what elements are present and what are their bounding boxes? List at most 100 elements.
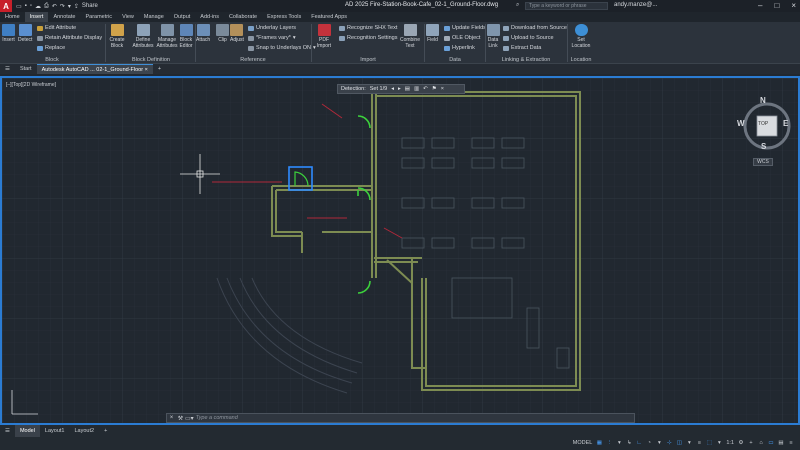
clip-button[interactable]: Clip — [216, 24, 229, 43]
manage-attributes-button[interactable]: Manage Attributes — [156, 24, 178, 49]
selection-cycling-icon[interactable]: ⬚ — [706, 440, 712, 447]
tab-collaborate[interactable]: Collaborate — [224, 12, 262, 22]
flag-icon[interactable]: ⚑ — [432, 86, 437, 92]
wcs-dropdown[interactable]: WCS — [753, 158, 773, 166]
wrench-icon[interactable]: ⚒ — [176, 415, 185, 422]
tab-featured-apps[interactable]: Featured Apps — [306, 12, 352, 22]
tab-parametric[interactable]: Parametric — [80, 12, 117, 22]
lineweight-icon[interactable]: ▾ — [686, 440, 692, 447]
user-account-button[interactable]: andy.manze@... — [614, 2, 657, 8]
isolate-objects-icon[interactable]: ▤ — [778, 440, 784, 447]
print-icon[interactable]: ⎙ — [44, 3, 49, 10]
object-snap-tracking-icon[interactable]: ⊹ — [666, 440, 672, 447]
field-button[interactable]: Field — [426, 24, 439, 43]
workspace-icon[interactable]: ▾ — [68, 3, 71, 10]
import-panel-label[interactable]: Import — [313, 57, 423, 63]
linking-panel-label[interactable]: Linking & Extraction — [486, 57, 566, 63]
grid-icon[interactable]: ▦ — [596, 440, 602, 447]
tab-view[interactable]: View — [117, 12, 139, 22]
redo-icon[interactable]: ↷ — [60, 3, 65, 10]
location-panel-label[interactable]: Location — [568, 57, 594, 63]
share-button[interactable]: Share — [82, 3, 98, 9]
create-block-button[interactable]: Create Block — [107, 24, 127, 49]
detect-button[interactable]: Detect — [18, 24, 32, 43]
edit-attribute-button[interactable]: Edit Attribute — [37, 25, 76, 31]
combine-text-button[interactable]: Combine Text — [399, 24, 421, 49]
reference-panel-label[interactable]: Reference — [196, 57, 310, 63]
menu-icon[interactable]: ☰ — [0, 64, 15, 74]
dynamic-input-icon[interactable]: ↳ — [626, 440, 632, 447]
next-icon[interactable]: ▸ — [398, 86, 401, 92]
block-panel-label[interactable]: Block — [0, 57, 104, 63]
annotation-visibility-icon[interactable]: ▾ — [716, 440, 722, 447]
transparency-icon[interactable]: ≡ — [696, 440, 702, 447]
isodraft-icon[interactable]: ▾ — [656, 440, 662, 447]
open-icon[interactable]: ▭ — [16, 3, 22, 10]
drawing-tab[interactable]: Autodesk AutoCAD ... 02-1_Ground-Floor × — [36, 64, 153, 74]
command-input[interactable]: Type a command — [196, 415, 238, 421]
extract-data-button[interactable]: Extract Data — [503, 45, 541, 51]
cloud-icon[interactable]: ☁ — [35, 3, 41, 10]
data-panel-label[interactable]: Data — [425, 57, 485, 63]
convert-all-icon[interactable]: ▥ — [414, 86, 419, 92]
tab-model[interactable]: Model — [14, 425, 40, 437]
plus-icon[interactable]: + — [748, 440, 754, 447]
set-location-button[interactable]: Set Location — [569, 24, 593, 49]
update-fields-button[interactable]: Update Fields — [444, 25, 486, 31]
drawing-canvas[interactable]: [–][Top][2D Wireframe] Detection: Set 1/… — [0, 76, 800, 425]
start-tab[interactable]: Start — [15, 64, 37, 74]
tab-home[interactable]: Home — [0, 12, 25, 22]
close-icon[interactable]: × — [167, 415, 176, 421]
tab-annotate[interactable]: Annotate — [48, 12, 80, 22]
tab-layout1[interactable]: Layout1 — [40, 425, 70, 437]
block-definition-panel-label[interactable]: Block Definition — [107, 57, 195, 63]
gear-icon[interactable]: ⚙ — [738, 440, 744, 447]
ortho-icon[interactable]: ∟ — [636, 440, 642, 447]
define-attributes-button[interactable]: Define Attributes — [131, 24, 155, 49]
tab-layout2[interactable]: Layout2 — [70, 425, 100, 437]
frames-vary-dropdown[interactable]: *Frames vary* ▾ — [248, 35, 296, 41]
layout-menu-icon[interactable]: ☰ — [0, 425, 15, 437]
autocad-logo[interactable]: A — [0, 0, 12, 12]
polar-tracking-icon[interactable]: ◔ — [646, 440, 652, 447]
quick-properties-icon[interactable]: ▭ — [768, 440, 774, 447]
previous-icon[interactable]: ◂ — [391, 86, 394, 92]
insert-button[interactable]: Insert — [2, 24, 15, 43]
tab-insert[interactable]: Insert — [24, 12, 49, 22]
recognition-settings-button[interactable]: Recognition Settings — [339, 35, 397, 41]
tab-manage[interactable]: Manage — [139, 12, 169, 22]
customization-icon[interactable]: ≡ — [788, 440, 794, 447]
attach-button[interactable]: Attach — [196, 24, 210, 43]
block-editor-button[interactable]: Block Editor — [178, 24, 194, 49]
save-icon[interactable]: ▪ — [25, 3, 27, 9]
recognize-shx-text-button[interactable]: Recognize SHX Text — [339, 25, 397, 31]
compass-east[interactable]: E — [783, 119, 788, 128]
close-detection-icon[interactable]: × — [441, 86, 444, 92]
tab-output[interactable]: Output — [169, 12, 196, 22]
maximize-button[interactable]: □ — [774, 1, 779, 10]
add-layout-button[interactable]: + — [99, 425, 112, 437]
tab-add-ins[interactable]: Add-ins — [195, 12, 224, 22]
save-as-icon[interactable]: ▫ — [30, 3, 32, 9]
data-link-button[interactable]: Data Link — [486, 24, 500, 49]
undo-detection-icon[interactable]: ↶ — [423, 86, 428, 92]
search-input[interactable]: Type a keyword or phrase — [525, 2, 608, 10]
model-space-button[interactable]: MODEL — [573, 440, 593, 447]
search-icon[interactable]: ⌕ — [516, 2, 519, 9]
infer-constraints-icon[interactable]: ▾ — [616, 440, 622, 447]
tab-express-tools[interactable]: Express Tools — [262, 12, 306, 22]
underlay-layers-button[interactable]: Underlay Layers — [248, 25, 296, 31]
convert-icon[interactable]: ▤ — [405, 86, 410, 92]
ole-object-button[interactable]: OLE Object — [444, 35, 480, 41]
new-tab-button[interactable]: + — [153, 64, 166, 74]
compass-south[interactable]: S — [761, 142, 766, 151]
viewcube-top-face[interactable]: TOP — [758, 121, 768, 127]
units-icon[interactable]: ⌂ — [758, 440, 764, 447]
share-icon[interactable]: ⇪ — [74, 3, 79, 10]
adjust-button[interactable]: Adjust — [230, 24, 244, 43]
viewport-controls[interactable]: [–][Top][2D Wireframe] — [6, 82, 56, 88]
minimize-button[interactable]: – — [758, 1, 762, 10]
undo-icon[interactable]: ↶ — [52, 3, 57, 10]
snap-icon[interactable]: ⋮ — [606, 440, 613, 447]
pdf-import-button[interactable]: PDF Import — [313, 24, 335, 49]
